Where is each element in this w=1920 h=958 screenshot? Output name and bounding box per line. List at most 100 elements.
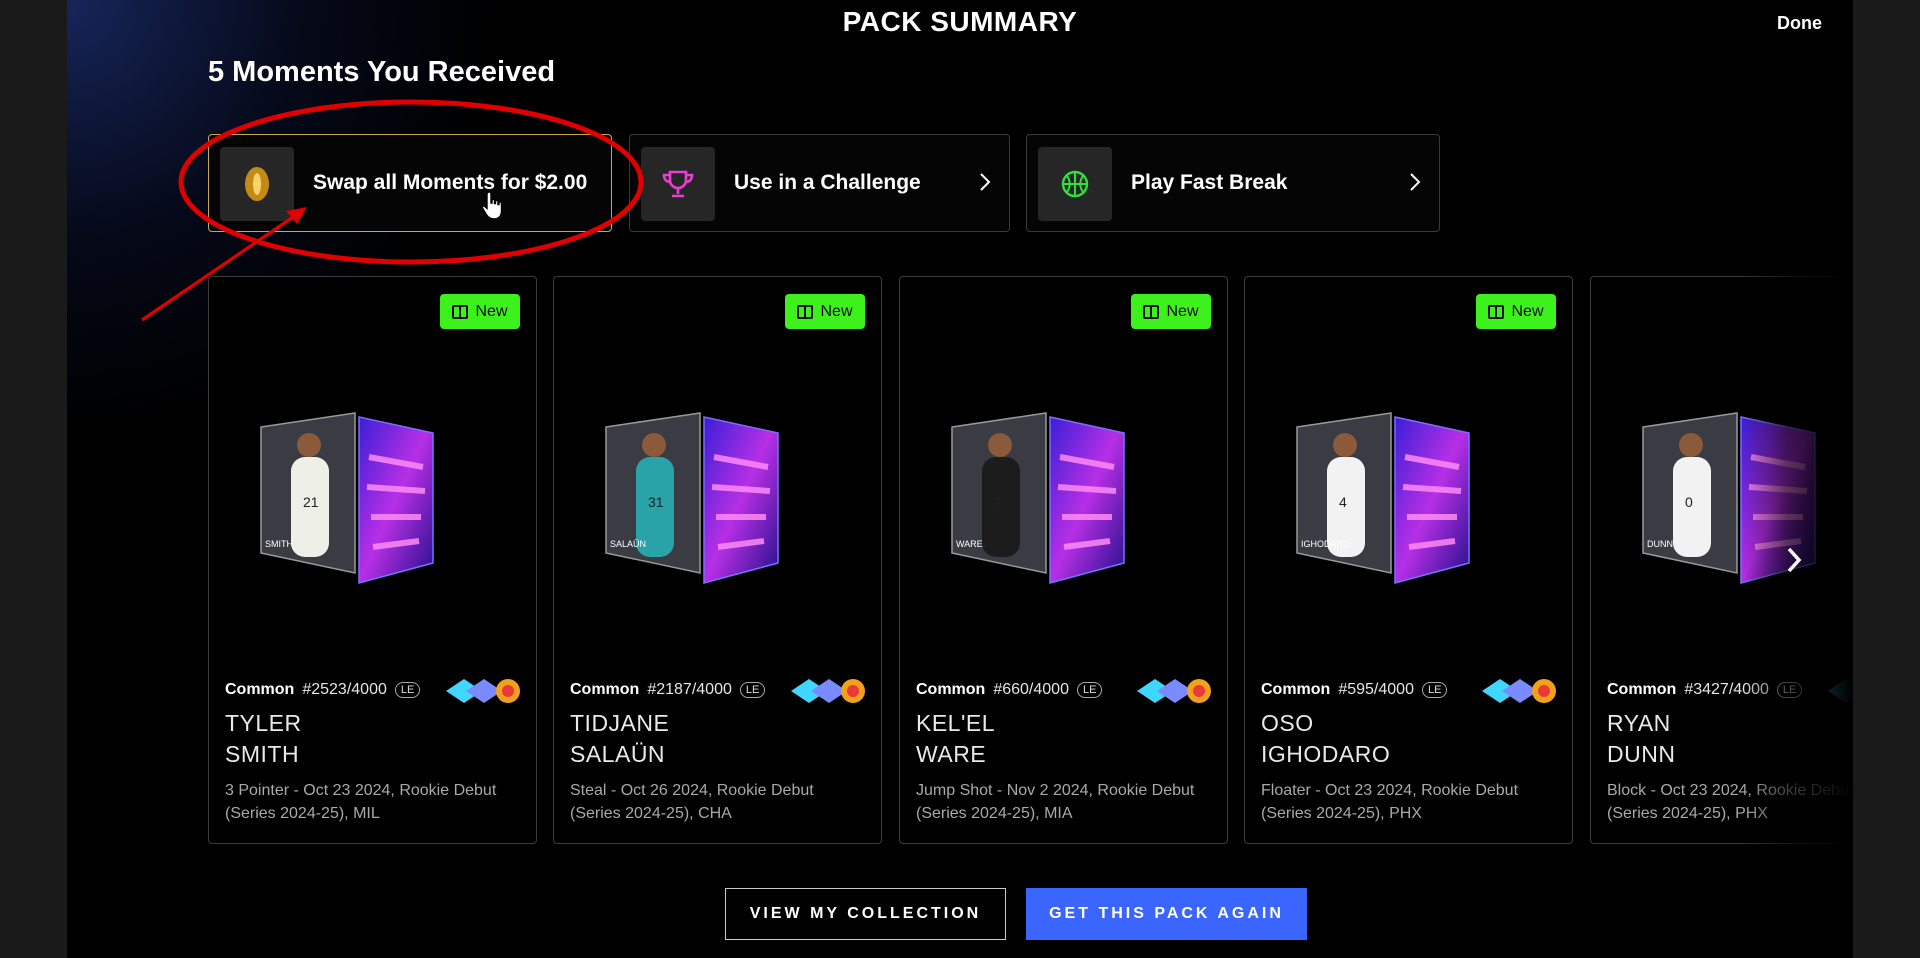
moment-description: Floater - Oct 23 2024, Rookie Debut (Ser… — [1261, 782, 1519, 822]
player-first-name: RYAN — [1607, 710, 1671, 736]
moment-pack-art: 21 SMITH — [260, 412, 434, 584]
limited-edition-badge: LE — [1421, 682, 1448, 698]
moment-meta: Common #2523/4000 LE — [225, 681, 421, 699]
moment-badge-icon — [797, 304, 814, 319]
play-fast-break-button[interactable]: Play Fast Break — [1026, 134, 1440, 232]
coin-icon — [245, 167, 269, 201]
left-gutter — [0, 0, 67, 958]
jersey-number: 0 — [1685, 494, 1693, 510]
moment-meta: Common #2187/4000 LE — [570, 681, 766, 699]
player-name: OSO IGHODARO — [1261, 708, 1390, 770]
moment-description: 3 Pointer - Oct 23 2024, Rookie Debut (S… — [225, 782, 497, 822]
moment-badge-icon — [452, 304, 469, 319]
moment-meta: Common #660/4000 LE — [916, 681, 1103, 699]
moment-description: Jump Shot - Nov 2 2024, Rookie Debut (Se… — [916, 782, 1195, 822]
art-player-name: SALAÜN — [610, 539, 646, 549]
moment-pack-art: 7 WARE — [951, 412, 1125, 584]
player-first-name: KEL'EL — [916, 710, 995, 736]
pack-summary-screen: PACK SUMMARY Done 5 Moments You Received… — [67, 0, 1853, 958]
challenge-label: Use in a Challenge — [734, 171, 921, 194]
serial-number: #2187/4000 — [647, 681, 732, 698]
new-badge-label: New — [1511, 302, 1544, 320]
moment-badge-icon — [1143, 304, 1160, 319]
limited-edition-badge: LE — [394, 682, 421, 698]
player-last-name: SMITH — [225, 741, 300, 767]
page-title: PACK SUMMARY — [842, 6, 1078, 37]
rarity-label: Common — [1261, 681, 1331, 698]
swap-icon-box — [220, 147, 294, 221]
section-title: 5 Moments You Received — [208, 56, 556, 88]
swap-moments-label: Swap all Moments for $2.00 — [313, 171, 588, 194]
new-badge: New — [440, 294, 520, 329]
player-name: TIDJANE SALAÜN — [570, 708, 669, 770]
player-first-name: OSO — [1261, 710, 1314, 736]
player-head — [988, 433, 1012, 457]
moment-card[interactable]: New 31 SALAÜN Common #2187/4000 LE TIDJANE SALA… — [553, 276, 882, 844]
art-player-name: DUNN — [1647, 539, 1673, 549]
jersey-number: 31 — [648, 494, 664, 510]
art-player-name: IGHODARO — [1301, 539, 1350, 549]
art-player-name: SMITH — [265, 539, 293, 549]
player-name: RYAN DUNN — [1607, 708, 1675, 770]
rarity-label: Common — [1607, 681, 1677, 698]
player-name: KEL'EL WARE — [916, 708, 995, 770]
moment-card[interactable]: New 7 WARE Common #660/4000 LE KEL'EL WARE Jump … — [899, 276, 1228, 844]
done-button[interactable]: Done — [1777, 13, 1822, 34]
fast-break-icon-box — [1038, 147, 1112, 221]
player-name: TYLER SMITH — [225, 708, 302, 770]
player-first-name: TIDJANE — [570, 710, 670, 736]
rarity-label: Common — [225, 681, 295, 698]
player-head — [1333, 433, 1357, 457]
moment-card[interactable]: New 21 SMITH Common #2523/4000 LE TYLER SMITH 3 … — [208, 276, 537, 844]
challenge-icon-box — [641, 147, 715, 221]
rookie-debut-panel — [1049, 416, 1125, 584]
chevron-right-icon — [980, 173, 991, 191]
new-badge: New — [1476, 294, 1556, 329]
new-badge-label: New — [1166, 302, 1199, 320]
basketball-icon — [1061, 170, 1089, 198]
set-badges-icon — [1482, 679, 1556, 703]
fast-break-label: Play Fast Break — [1131, 171, 1288, 194]
moment-card[interactable]: New 4 IGHODARO Common #595/4000 LE OSO IGHODARO… — [1244, 276, 1573, 844]
jersey-number: 7 — [994, 494, 1002, 510]
new-badge-label: New — [475, 302, 508, 320]
moment-badge-icon — [1488, 304, 1505, 319]
player-head — [642, 433, 666, 457]
rookie-debut-panel — [703, 416, 779, 584]
player-last-name: DUNN — [1607, 741, 1676, 767]
rookie-debut-panel — [1394, 416, 1470, 584]
rookie-debut-panel — [358, 416, 434, 584]
serial-number: #595/4000 — [1338, 681, 1414, 698]
carousel-next-icon[interactable] — [1784, 545, 1804, 575]
player-head — [1679, 433, 1703, 457]
new-badge-label: New — [820, 302, 853, 320]
jersey-number: 21 — [303, 494, 319, 510]
right-gutter — [1853, 0, 1920, 958]
serial-number: #660/4000 — [993, 681, 1069, 698]
view-collection-button[interactable]: VIEW MY COLLECTION — [725, 888, 1006, 940]
moment-pack-art: 4 IGHODARO — [1296, 412, 1470, 584]
new-badge: New — [1131, 294, 1211, 329]
new-badge: New — [785, 294, 865, 329]
moment-pack-art: 31 SALAÜN — [605, 412, 779, 584]
set-badges-icon — [1137, 679, 1211, 703]
set-badges-icon — [446, 679, 520, 703]
get-pack-again-button[interactable]: GET THIS PACK AGAIN — [1026, 888, 1307, 940]
art-player-name: WARE — [956, 539, 983, 549]
use-in-challenge-button[interactable]: Use in a Challenge — [629, 134, 1010, 232]
hand-cursor-icon — [481, 191, 503, 220]
rarity-label: Common — [570, 681, 640, 698]
player-last-name: IGHODARO — [1261, 741, 1391, 767]
serial-number: #2523/4000 — [302, 681, 387, 698]
jersey-number: 4 — [1339, 494, 1347, 510]
moment-meta: Common #595/4000 LE — [1261, 681, 1448, 699]
trophy-icon — [662, 170, 694, 198]
chevron-right-icon — [1410, 173, 1421, 191]
limited-edition-badge: LE — [1076, 682, 1103, 698]
limited-edition-badge: LE — [739, 682, 766, 698]
player-first-name: TYLER — [225, 710, 302, 736]
player-head — [297, 433, 321, 457]
moment-description: Steal - Oct 26 2024, Rookie Debut (Serie… — [570, 782, 814, 822]
swap-moments-button[interactable]: Swap all Moments for $2.00 — [208, 134, 612, 232]
rarity-label: Common — [916, 681, 986, 698]
